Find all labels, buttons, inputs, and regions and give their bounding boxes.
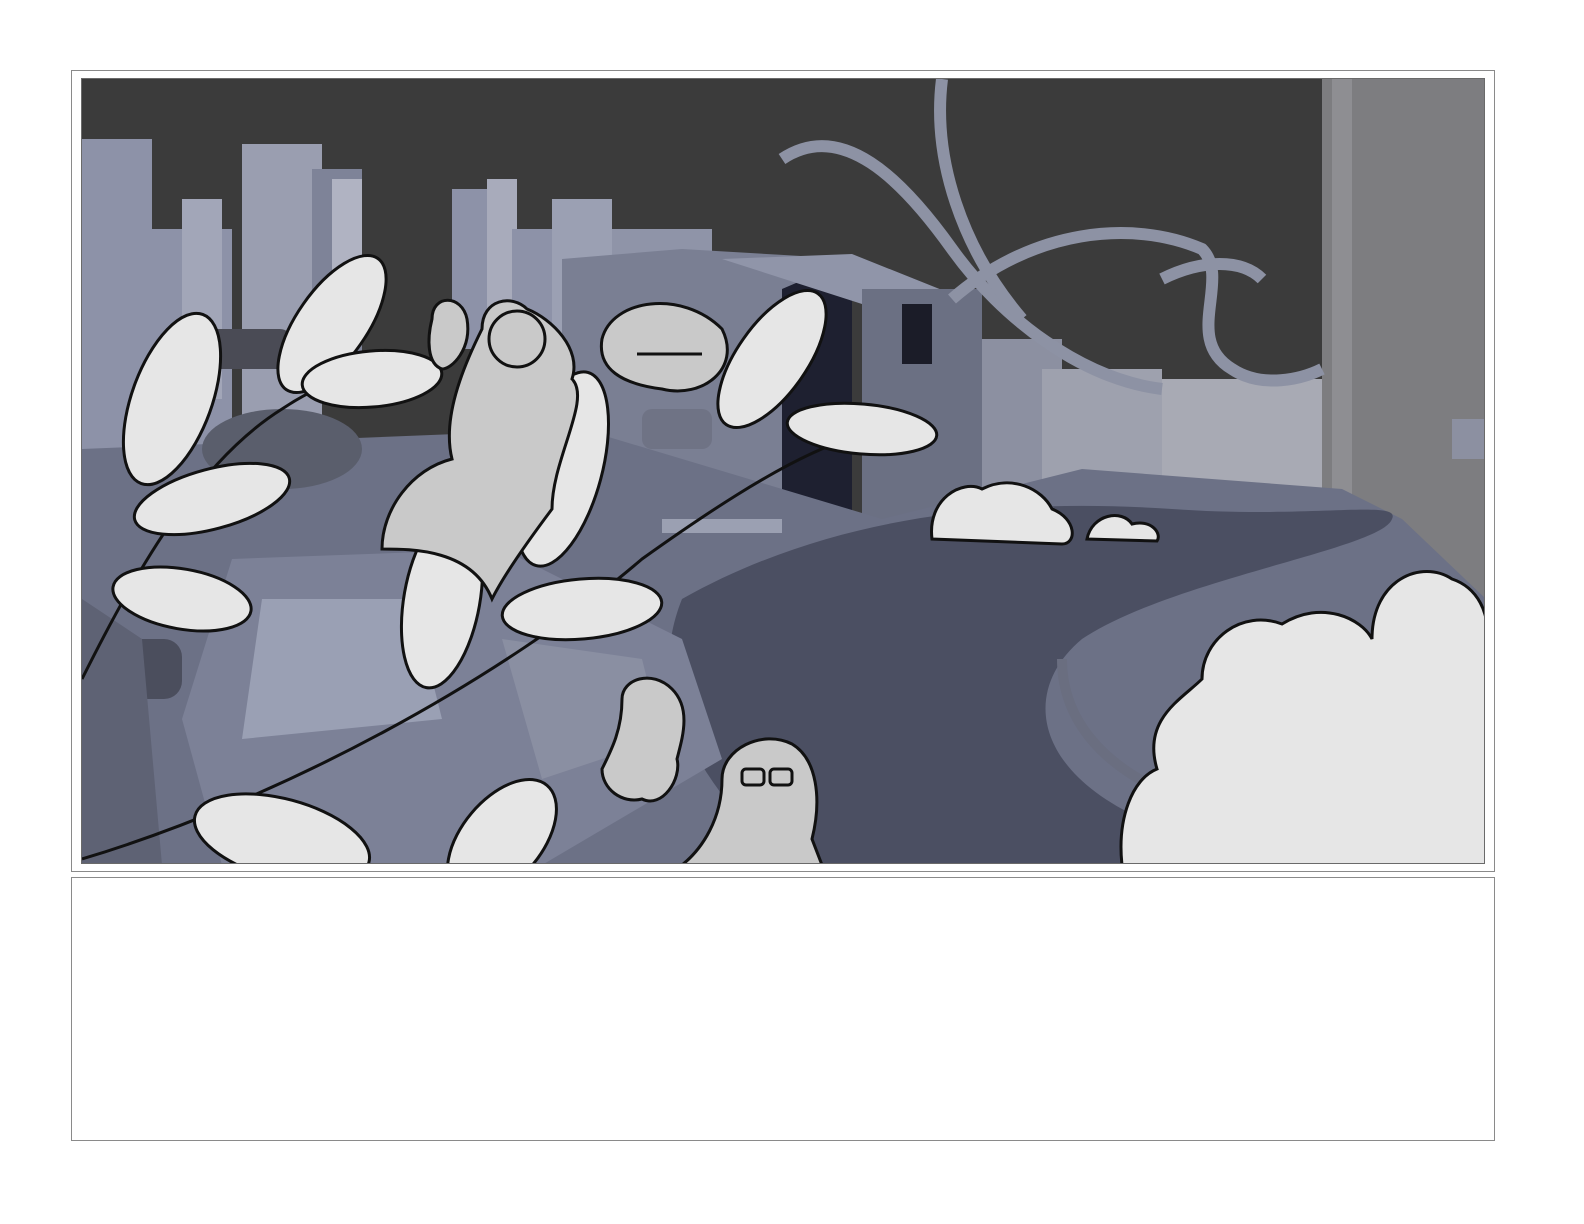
storyboard-panel-image [81, 78, 1485, 864]
storyboard-notes-box[interactable] [71, 877, 1495, 1141]
city-scene-illustration [82, 79, 1484, 863]
character-creature-head [599, 302, 729, 393]
